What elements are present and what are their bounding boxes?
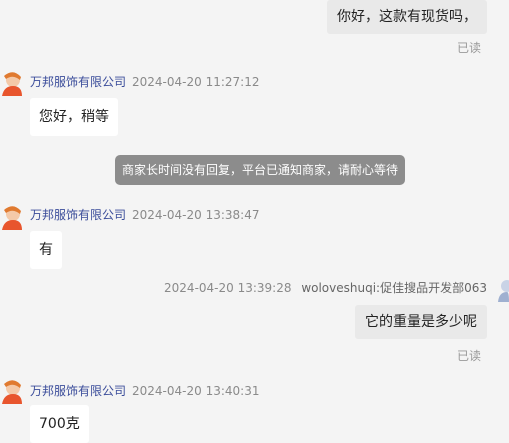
sender-name: woloveshuqi:促佳搜品开发部063 [301,281,487,295]
message-bubble-merchant: 您好，稍等 [30,98,118,136]
sender-name: 万邦服饰有限公司 [30,75,127,89]
message-bubble-user: 你好，这款有现货吗， [327,0,487,34]
message-text: 您好，稍等 [39,109,109,125]
message-timestamp: 2024-04-20 13:38:47 [132,208,260,222]
read-status: 已读 [456,349,481,363]
message-timestamp: 2024-04-20 13:40:31 [132,384,260,398]
message-timestamp: 2024-04-20 11:27:12 [132,75,260,89]
read-status: 已读 [456,41,481,55]
sender-name: 万邦服饰有限公司 [30,384,127,398]
system-notice-text: 商家长时间没有回复，平台已通知商家，请耐心等待 [122,163,399,177]
message-text: 700克 [39,416,80,432]
merchant-avatar-icon [0,70,22,96]
user-avatar-icon [495,278,509,302]
merchant-avatar-icon [0,204,22,230]
message-bubble-user: 它的重量是多少呢 [355,305,487,339]
system-notice: 商家长时间没有回复，平台已通知商家，请耐心等待 [115,155,406,185]
message-text: 你好，这款有现货吗， [337,9,477,25]
message-meta: 万邦服饰有限公司 2024-04-20 13:40:31 [30,382,259,399]
message-timestamp: 2024-04-20 13:39:28 [164,281,292,295]
message-bubble-merchant: 有 [30,231,62,269]
message-meta: 万邦服饰有限公司 2024-04-20 11:27:12 [30,73,259,90]
sender-name: 万邦服饰有限公司 [30,208,127,222]
message-text: 有 [39,242,53,258]
message-bubble-merchant: 700克 [30,405,89,443]
message-meta: 2024-04-20 13:39:28 woloveshuqi:促佳搜品开发部0… [164,279,487,296]
message-text: 它的重量是多少呢 [365,314,477,330]
merchant-avatar-icon [0,378,22,404]
message-meta: 万邦服饰有限公司 2024-04-20 13:38:47 [30,206,259,223]
